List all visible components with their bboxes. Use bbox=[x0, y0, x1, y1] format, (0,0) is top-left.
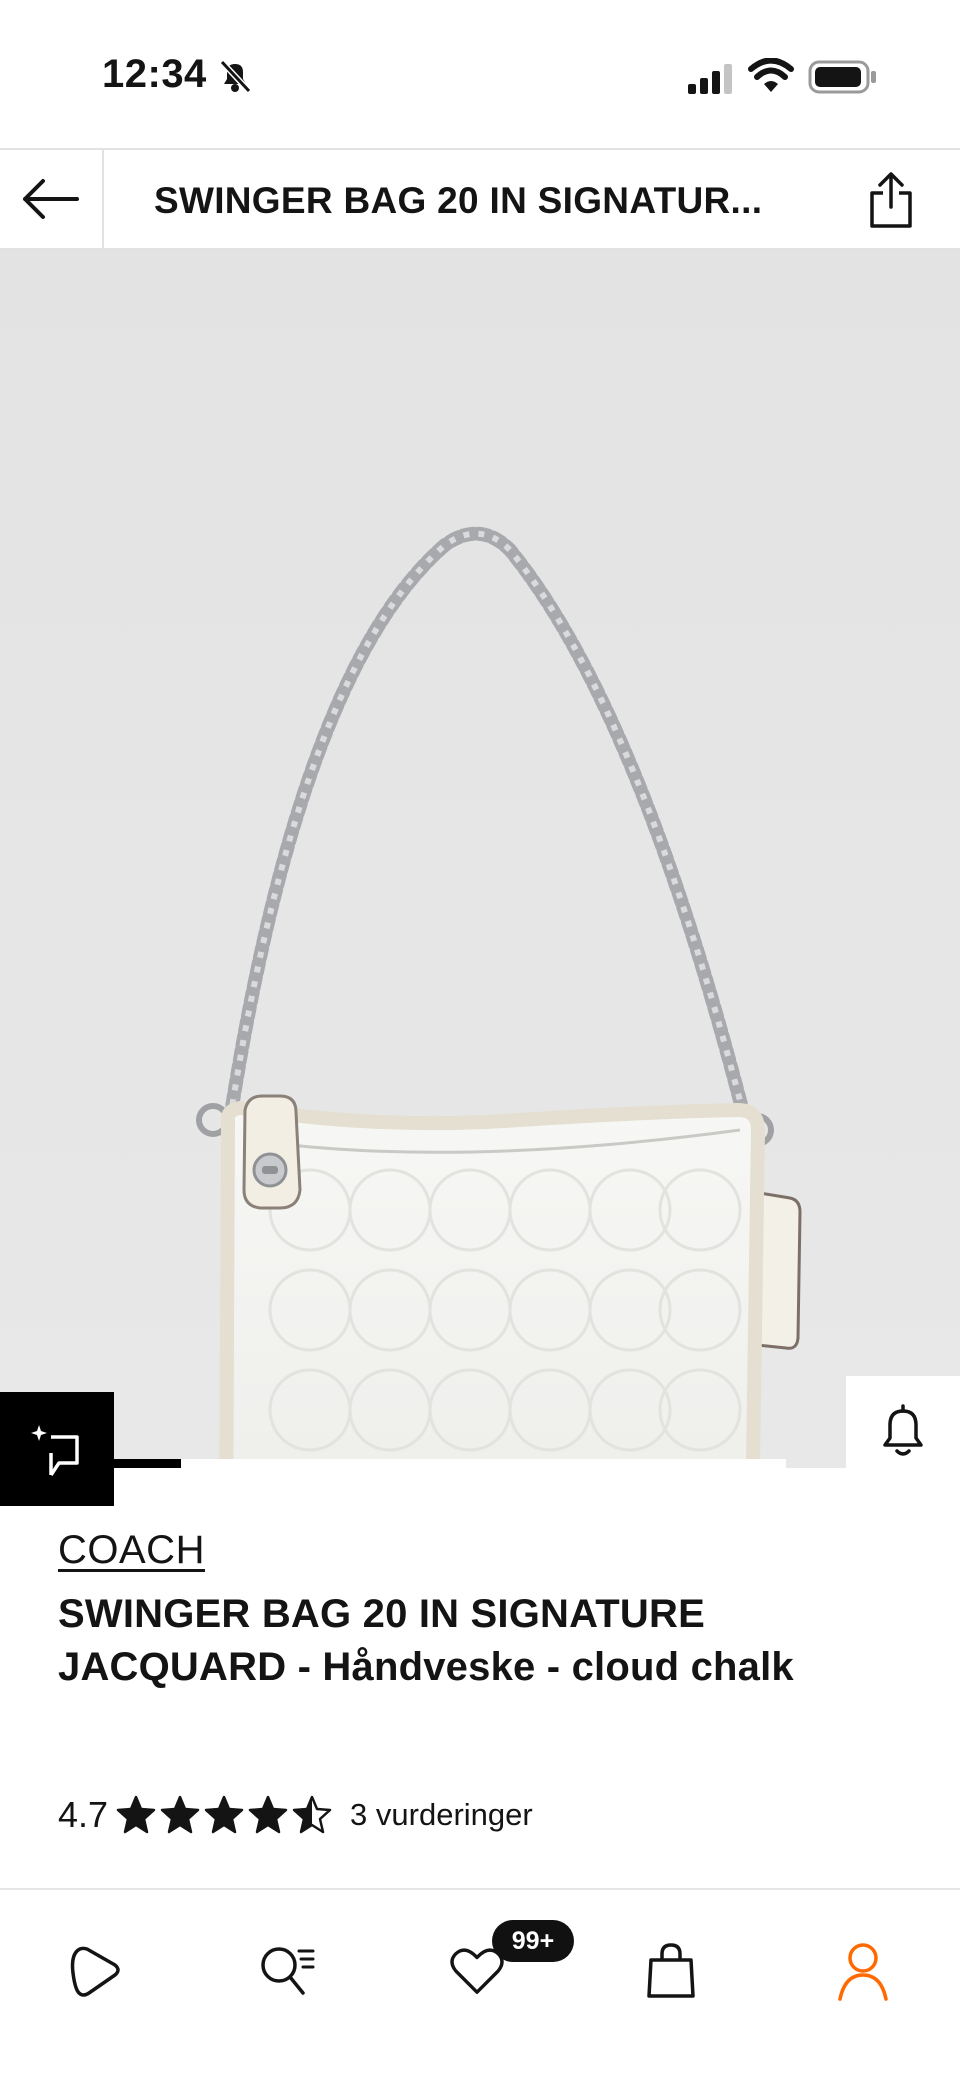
back-button[interactable] bbox=[0, 150, 104, 248]
rating-value: 4.7 bbox=[58, 1794, 109, 1835]
share-icon bbox=[870, 172, 912, 228]
product-image[interactable] bbox=[0, 250, 960, 1468]
cellular-signal-icon bbox=[688, 64, 732, 94]
status-time: 12:34 bbox=[102, 52, 207, 96]
status-bar: 12:34 bbox=[0, 0, 960, 148]
share-button[interactable] bbox=[862, 170, 920, 230]
compare-icon bbox=[31, 1425, 79, 1476]
rating-row[interactable]: 4.7 3 vurderinger bbox=[58, 1790, 533, 1840]
nav-search[interactable] bbox=[242, 1926, 332, 2016]
discover-icon bbox=[70, 1946, 120, 1997]
star-icon bbox=[160, 1795, 200, 1834]
nav-profile[interactable] bbox=[818, 1926, 908, 2016]
profile-icon bbox=[838, 1943, 888, 2001]
nav-bag[interactable] bbox=[626, 1926, 716, 2016]
battery-icon bbox=[808, 60, 876, 94]
compare-button[interactable] bbox=[0, 1392, 114, 1506]
notify-button[interactable] bbox=[846, 1376, 960, 1468]
star-icon bbox=[248, 1795, 288, 1834]
wishlist-count-badge: 99+ bbox=[492, 1920, 574, 1962]
app-header: SWINGER BAG 20 IN SIGNATUR... bbox=[0, 148, 960, 250]
bell-icon bbox=[883, 1404, 923, 1456]
bell-slash-icon bbox=[219, 59, 252, 94]
star-icon bbox=[116, 1795, 156, 1834]
wifi-icon bbox=[748, 58, 794, 92]
star-icon bbox=[204, 1795, 244, 1834]
bottom-navigation: 99+ bbox=[0, 1888, 960, 2087]
nav-discover[interactable] bbox=[50, 1926, 140, 2016]
shopping-bag-icon bbox=[647, 1943, 695, 1998]
brand-link[interactable]: COACH bbox=[58, 1528, 205, 1573]
product-name: SWINGER BAG 20 IN SIGNATURE JACQUARD - H… bbox=[58, 1592, 794, 1689]
search-icon bbox=[261, 1947, 315, 1995]
gallery-progress-fill bbox=[114, 1459, 182, 1468]
product-photo bbox=[0, 250, 960, 1468]
header-title: SWINGER BAG 20 IN SIGNATUR... bbox=[154, 180, 763, 221]
gallery-progress-bar bbox=[114, 1459, 786, 1468]
star-icon bbox=[292, 1795, 332, 1834]
arrow-left-icon bbox=[23, 179, 79, 219]
rating-stars bbox=[116, 1795, 332, 1835]
review-count: 3 vurderinger bbox=[350, 1797, 533, 1832]
